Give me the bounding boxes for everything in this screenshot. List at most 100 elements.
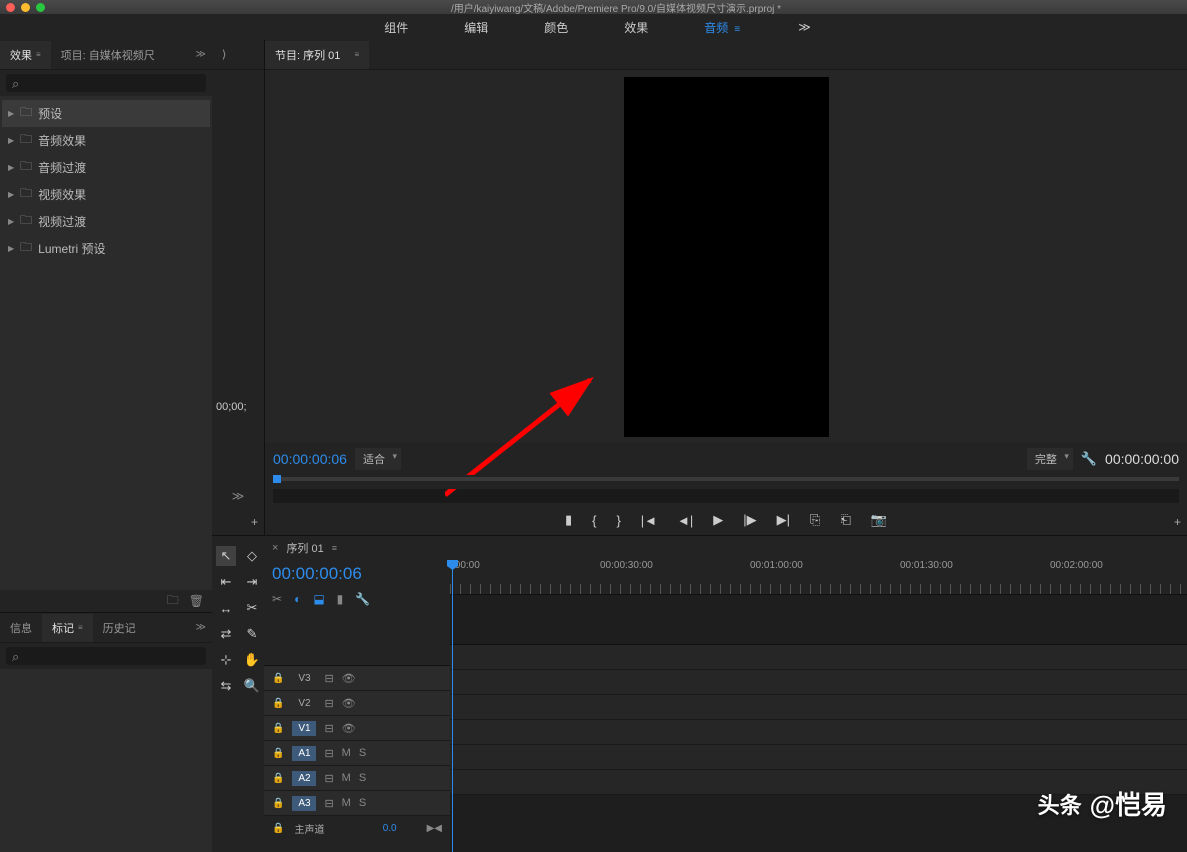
playhead-icon[interactable]	[273, 475, 281, 483]
timeline-playhead[interactable]	[452, 560, 453, 852]
step-back-button[interactable]: ◄|	[677, 513, 693, 528]
close-sequence-icon[interactable]: ×	[272, 542, 278, 554]
program-timecode-left[interactable]: 00:00:00:06	[273, 451, 347, 467]
go-to-out-button[interactable]: ▶|	[777, 512, 790, 528]
mute-toggle[interactable]: M	[342, 747, 351, 759]
lift-button[interactable]: ⎘	[810, 512, 820, 528]
workspace-overflow-icon[interactable]: ≫	[798, 20, 811, 34]
eye-icon[interactable]: 👁	[342, 722, 356, 735]
panel-overflow-icon[interactable]: ≫	[190, 49, 212, 60]
hand-tool[interactable]: ✋	[242, 650, 262, 670]
tab-history[interactable]: 历史记	[93, 614, 146, 642]
tree-item-audio-effects[interactable]: ▶🗀音频效果	[2, 127, 210, 154]
lock-icon[interactable]: 🔒	[272, 823, 284, 834]
sync-lock-icon[interactable]: ⊟	[324, 772, 333, 785]
workspace-assembly[interactable]: 组件	[376, 15, 416, 40]
workspace-editing[interactable]: 编辑	[456, 15, 496, 40]
tree-item-video-effects[interactable]: ▶🗀视频效果	[2, 181, 210, 208]
solo-toggle[interactable]: S	[359, 797, 366, 809]
sync-lock-icon[interactable]: ⊟	[324, 722, 333, 735]
rolling-edit-tool[interactable]: ⇥	[242, 572, 262, 592]
panel-menu-icon[interactable]: ≡	[36, 50, 41, 59]
lock-icon[interactable]: 🔒	[272, 673, 284, 684]
timeline-settings-icon[interactable]: 🔧	[355, 592, 370, 606]
source-overflow-icon[interactable]: ≫	[212, 483, 264, 509]
track-v3-toggle[interactable]: V3	[292, 671, 316, 686]
track-v1-toggle[interactable]: V1	[292, 721, 316, 736]
type-tool[interactable]: ⇆	[216, 676, 236, 696]
source-add-button-icon[interactable]: +	[212, 509, 264, 535]
timeline-ruler[interactable]: :00:00 00:00:30:00 00:01:00:00 00:01:30:…	[450, 560, 1187, 595]
sync-lock-icon[interactable]: ⊟	[324, 747, 333, 760]
timeline-marker-icon[interactable]: ▮	[337, 592, 344, 606]
add-marker-icon[interactable]: ⬓	[313, 592, 324, 606]
program-viewport[interactable]	[265, 70, 1187, 443]
tree-item-video-transitions[interactable]: ▶🗀视频过渡	[2, 208, 210, 235]
razor-tool[interactable]: ✂	[242, 598, 262, 618]
collapse-icon[interactable]: ▶◀	[427, 823, 442, 834]
maximize-window-button[interactable]	[36, 3, 45, 12]
panel-menu-icon[interactable]: ≡	[332, 543, 337, 553]
program-scrollbar[interactable]	[273, 489, 1179, 503]
track-select-tool[interactable]: ◇	[242, 546, 262, 566]
source-tab-handle[interactable]: ⟩	[212, 42, 236, 67]
mark-out-button[interactable]: }	[616, 513, 620, 528]
markers-search-input[interactable]	[6, 647, 206, 665]
panel-menu-icon[interactable]: ≡	[355, 50, 360, 59]
lock-icon[interactable]: 🔒	[272, 698, 284, 709]
track-a2-toggle[interactable]: A2	[292, 771, 316, 786]
tab-markers[interactable]: 标记 ≡	[42, 614, 93, 642]
rate-stretch-tool[interactable]: ↔	[216, 598, 236, 618]
effects-search-input[interactable]	[6, 74, 206, 92]
zoom-fit-dropdown[interactable]: 适合	[355, 448, 401, 470]
linked-selection-icon[interactable]: ◐	[294, 592, 301, 606]
track-v2-toggle[interactable]: V2	[292, 696, 316, 711]
tab-project[interactable]: 项目: 自媒体视频尺	[51, 41, 165, 69]
mute-toggle[interactable]: M	[342, 772, 351, 784]
panel-overflow-icon[interactable]: ≫	[190, 622, 212, 633]
mark-in-button[interactable]: {	[592, 513, 596, 528]
lock-icon[interactable]: 🔒	[272, 723, 284, 734]
tree-item-presets[interactable]: ▶🗀预设	[2, 100, 210, 127]
timeline-timecode[interactable]: 00:00:00:06	[272, 564, 362, 583]
slide-tool[interactable]: ✎	[242, 624, 262, 644]
lock-icon[interactable]: 🔒	[272, 748, 284, 759]
settings-wrench-icon[interactable]: 🔧	[1081, 451, 1097, 467]
add-marker-button[interactable]: ▮	[565, 512, 572, 528]
mute-toggle[interactable]: M	[342, 797, 351, 809]
solo-toggle[interactable]: S	[359, 747, 366, 759]
snap-toggle-icon[interactable]: ✂	[272, 592, 282, 606]
solo-toggle[interactable]: S	[359, 772, 366, 784]
close-window-button[interactable]	[6, 3, 15, 12]
lock-icon[interactable]: 🔒	[272, 773, 284, 784]
program-scrubber[interactable]	[265, 475, 1187, 489]
zoom-tool[interactable]: 🔍	[242, 676, 262, 696]
delete-icon[interactable]: 🗑	[189, 594, 204, 608]
sync-lock-icon[interactable]: ⊟	[324, 672, 333, 685]
tree-item-audio-transitions[interactable]: ▶🗀音频过渡	[2, 154, 210, 181]
button-editor-icon[interactable]: +	[1174, 515, 1181, 529]
sync-lock-icon[interactable]: ⊟	[324, 697, 333, 710]
track-a1-toggle[interactable]: A1	[292, 746, 316, 761]
workspace-color[interactable]: 颜色	[536, 15, 576, 40]
sequence-tab[interactable]: 序列 01	[286, 540, 323, 556]
sync-lock-icon[interactable]: ⊟	[324, 797, 333, 810]
tab-program[interactable]: 节目: 序列 01 ≡	[265, 41, 369, 69]
track-a3-toggle[interactable]: A3	[292, 796, 316, 811]
eye-icon[interactable]: 👁	[342, 672, 356, 685]
panel-menu-icon[interactable]: ≡	[78, 623, 83, 632]
workspace-audio[interactable]: 音频 ≡	[696, 15, 748, 40]
minimize-window-button[interactable]	[21, 3, 30, 12]
step-forward-button[interactable]: |▶	[743, 512, 756, 528]
master-level[interactable]: 0.0	[383, 823, 397, 834]
export-frame-button[interactable]: 📷	[871, 512, 887, 528]
slip-tool[interactable]: ⇄	[216, 624, 236, 644]
pen-tool[interactable]: ⊹	[216, 650, 236, 670]
eye-icon[interactable]: 👁	[342, 697, 356, 710]
extract-button[interactable]: ⎗	[840, 512, 850, 528]
selection-tool[interactable]: ↖	[216, 546, 236, 566]
resolution-dropdown[interactable]: 完整	[1027, 448, 1073, 470]
play-button[interactable]: ▶	[713, 512, 723, 528]
lock-icon[interactable]: 🔒	[272, 798, 284, 809]
workspace-effects[interactable]: 效果	[616, 15, 656, 40]
